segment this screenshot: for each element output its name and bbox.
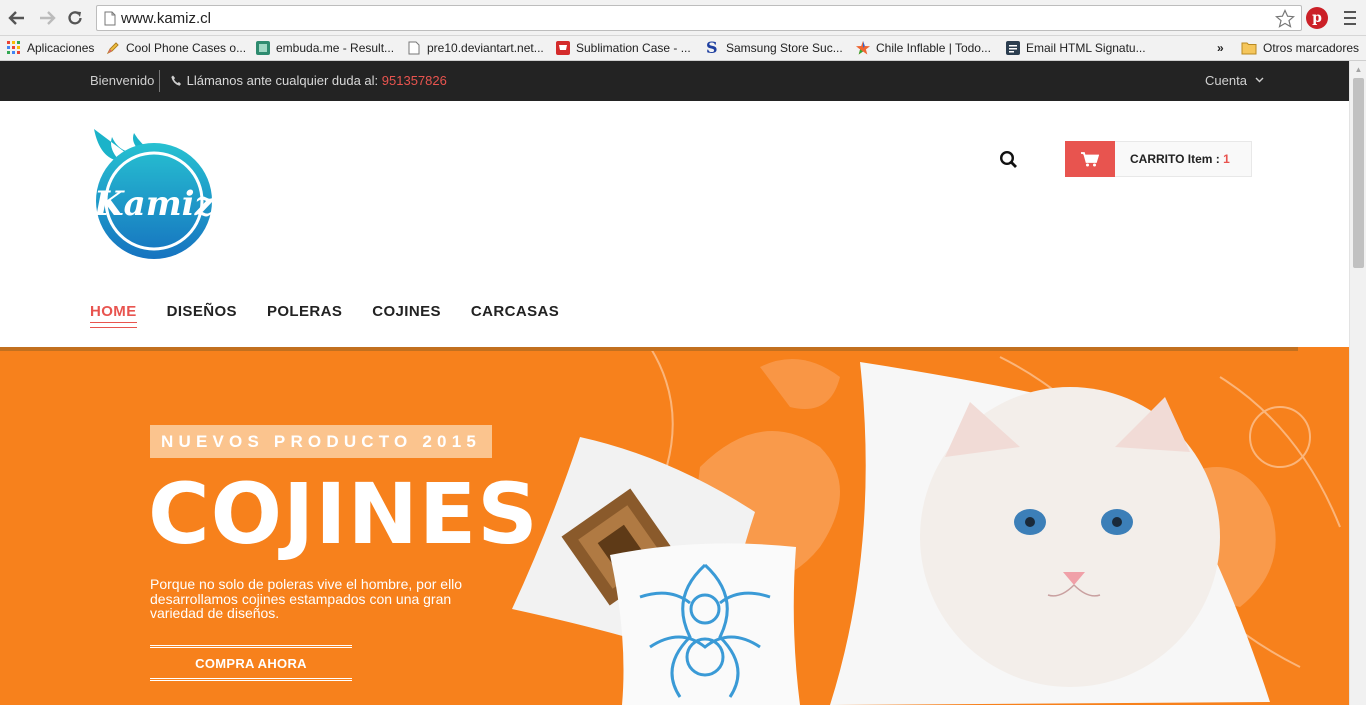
cart-red-icon: [556, 41, 570, 55]
nav-item-poleras[interactable]: POLERAS: [267, 303, 342, 324]
topbar-divider: [159, 70, 160, 92]
scroll-thumb[interactable]: [1353, 78, 1364, 268]
bookmark-star-icon[interactable]: [1275, 9, 1295, 29]
cart-count: 1: [1223, 152, 1230, 166]
bookmark-samsung[interactable]: S Samsung Store Suc...: [706, 38, 843, 58]
bookmark-label: Sublimation Case - ...: [576, 41, 691, 55]
apps-grid-icon: [7, 41, 20, 54]
cart-icon-box: [1065, 141, 1115, 177]
pencil-icon: [106, 42, 119, 55]
bookmark-label: Chile Inflable | Todo...: [876, 41, 991, 55]
browser-toolbar: www.kamiz.cl p: [0, 0, 1366, 36]
reload-icon: [68, 11, 82, 25]
bookmark-deviantart[interactable]: pre10.deviantart.net...: [407, 38, 544, 58]
bookmark-label: Email HTML Signatu...: [1026, 41, 1146, 55]
hero-banner: NUEVOS PRODUCTO 2015 COJINES Porque no s…: [0, 347, 1349, 705]
welcome-text: Bienvenido: [90, 73, 155, 88]
bookmark-label: Samsung Store Suc...: [726, 41, 843, 55]
pillows-kitten-image: [512, 362, 1270, 705]
page-icon: [104, 11, 116, 26]
bookmark-embuda[interactable]: embuda.me - Result...: [256, 38, 394, 58]
bookmark-label: embuda.me - Result...: [276, 41, 395, 55]
address-bar[interactable]: www.kamiz.cl: [96, 5, 1302, 31]
bookmark-cool-phone-cases[interactable]: Cool Phone Cases o...: [106, 38, 246, 58]
bookmark-label: Otros marcadores: [1263, 41, 1360, 55]
bookmark-label: Aplicaciones: [27, 41, 95, 55]
forward-arrow-icon: [40, 11, 56, 25]
nav-item-cojines[interactable]: COJINES: [372, 303, 441, 324]
shopping-cart-icon: [1081, 151, 1099, 166]
pinterest-icon[interactable]: p: [1306, 7, 1328, 29]
embuda-icon: [256, 41, 270, 55]
search-icon[interactable]: [999, 150, 1019, 170]
page-icon: [408, 41, 420, 55]
page-scrollbar[interactable]: ▲: [1349, 61, 1366, 705]
nav-item-disenos[interactable]: DISEÑOS: [167, 303, 237, 324]
call-text: Llámanos ante cualquier duda al:: [186, 73, 379, 88]
other-bookmarks-folder[interactable]: Otros marcadores: [1241, 38, 1359, 58]
site-header: Kamiz CARRITO Item : 1 HOME DISEÑOS POLE…: [0, 101, 1349, 347]
bookmark-email-signature[interactable]: Email HTML Signatu...: [1006, 38, 1146, 58]
bookmarks-overflow-button[interactable]: »: [1217, 38, 1224, 58]
back-button[interactable]: [5, 6, 29, 30]
bookmark-sublimation[interactable]: Sublimation Case - ...: [556, 38, 691, 58]
hero-title: COJINES: [148, 465, 539, 563]
cart-button[interactable]: CARRITO Item : 1: [1065, 141, 1252, 177]
nav-item-home[interactable]: HOME: [90, 303, 137, 328]
nav-item-carcasas[interactable]: CARCASAS: [471, 303, 559, 324]
hero-description: Porque no solo de poleras vive el hombre…: [150, 576, 463, 621]
forward-button[interactable]: [35, 6, 59, 30]
account-label: Cuenta: [1205, 73, 1247, 88]
phone-number[interactable]: 951357826: [382, 73, 447, 88]
bookmark-label: pre10.deviantart.net...: [427, 41, 544, 55]
account-dropdown[interactable]: Cuenta: [1205, 73, 1264, 88]
folder-icon: [1241, 42, 1257, 55]
bookmark-apps[interactable]: Aplicaciones: [7, 38, 94, 58]
back-arrow-icon: [8, 11, 24, 25]
hero-tag: NUEVOS PRODUCTO 2015: [150, 425, 492, 458]
cart-label-text: CARRITO Item :: [1130, 152, 1220, 166]
samsung-s-icon: S: [706, 38, 718, 57]
buy-now-button[interactable]: COMPRA AHORA: [150, 645, 352, 681]
phone-icon: [171, 75, 181, 86]
kamiz-logo[interactable]: Kamiz: [90, 129, 216, 263]
chevron-down-icon: [1255, 77, 1264, 83]
logo-wordmark: Kamiz: [93, 184, 214, 224]
contact-info: Llámanos ante cualquier duda al: 9513578…: [171, 73, 447, 88]
bookmarks-bar: Aplicaciones Cool Phone Cases o... embud…: [0, 36, 1366, 61]
bookmark-label: Cool Phone Cases o...: [126, 41, 247, 55]
browser-menu-icon[interactable]: [1340, 8, 1360, 28]
main-navigation: HOME DISEÑOS POLERAS COJINES CARCASAS: [90, 303, 589, 328]
scroll-up-arrow-icon[interactable]: ▲: [1350, 61, 1366, 77]
bookmark-chile-inflable[interactable]: Chile Inflable | Todo...: [856, 38, 991, 58]
reload-button[interactable]: [63, 6, 87, 30]
cart-label: CARRITO Item : 1: [1130, 152, 1230, 166]
url-text: www.kamiz.cl: [121, 10, 212, 27]
star-multicolor-icon: [856, 41, 870, 55]
email-sig-icon: [1006, 41, 1020, 55]
site-topbar: Bienvenido Llámanos ante cualquier duda …: [0, 61, 1366, 101]
